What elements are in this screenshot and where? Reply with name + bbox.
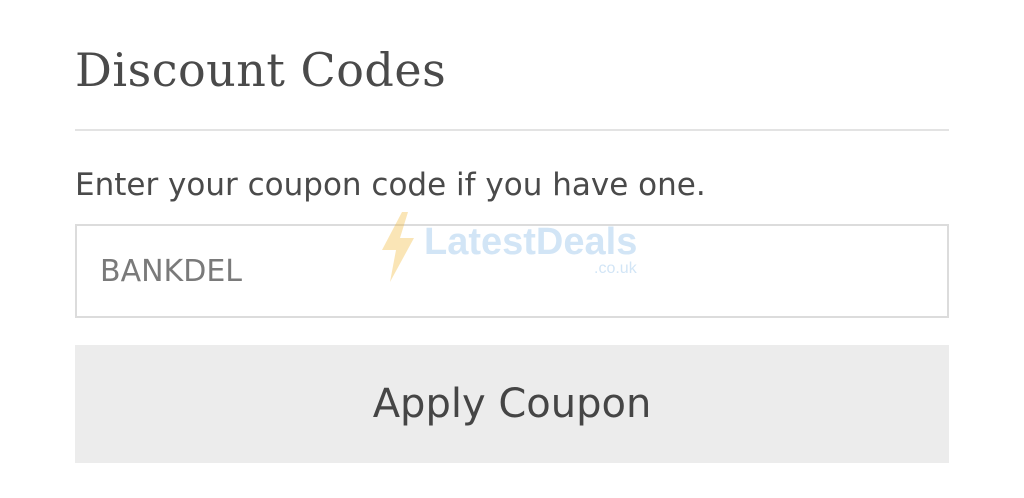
coupon-instruction: Enter your coupon code if you have one. <box>75 167 706 203</box>
coupon-code-input[interactable] <box>75 224 949 318</box>
apply-coupon-button[interactable]: Apply Coupon <box>75 345 949 463</box>
divider <box>75 129 949 131</box>
section-title: Discount Codes <box>75 43 447 97</box>
discount-codes-panel: Discount Codes Enter your coupon code if… <box>75 0 949 498</box>
